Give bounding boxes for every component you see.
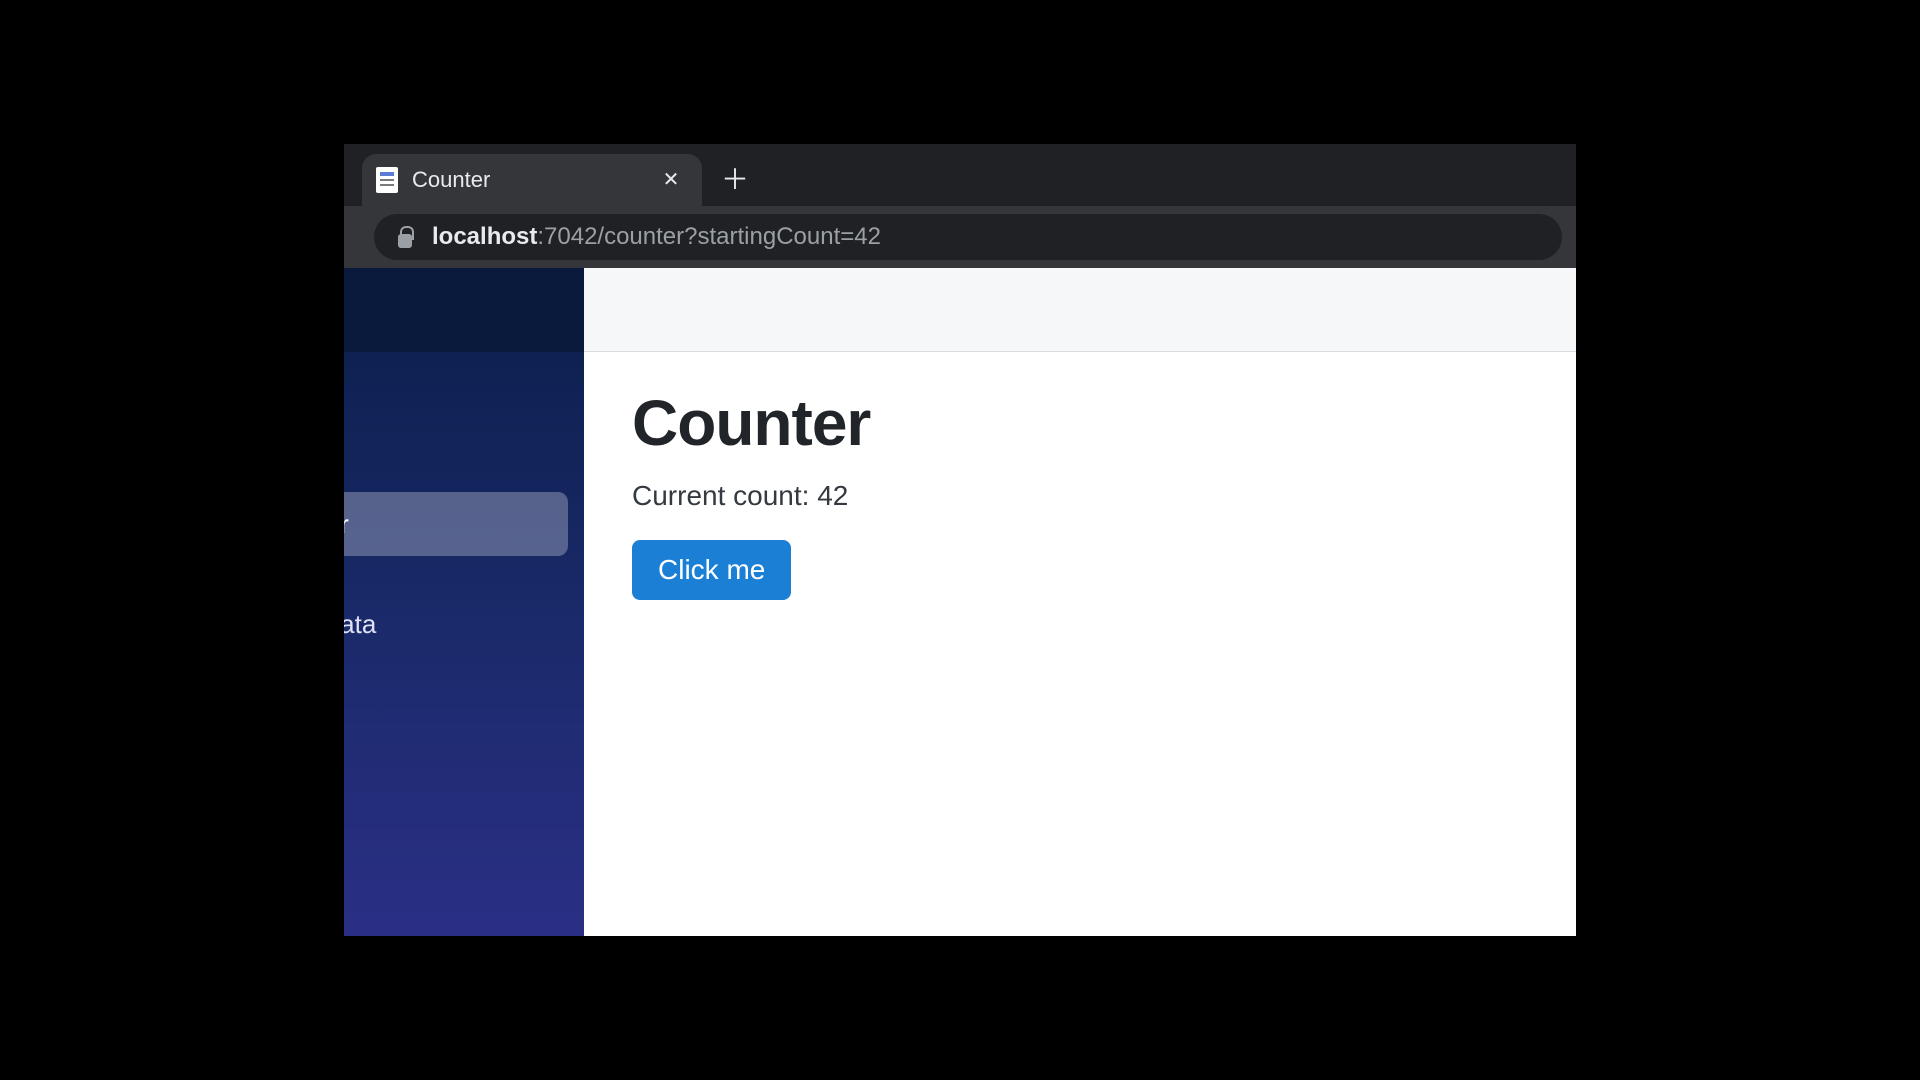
sidebar-item-label: nter — [344, 509, 548, 540]
page-title: Counter — [632, 386, 1528, 460]
count-value: 42 — [817, 480, 848, 511]
increment-button[interactable]: Click me — [632, 540, 791, 600]
browser-window: Counter ✕ ＋ localhost:7042/counter?start… — [344, 144, 1576, 936]
sidebar-item-fetch-data[interactable]: h data — [344, 592, 568, 656]
lock-icon — [396, 226, 414, 248]
browser-toolbar: localhost:7042/counter?startingCount=42 — [344, 206, 1576, 268]
url-text: localhost:7042/counter?startingCount=42 — [432, 223, 881, 251]
tab-strip: Counter ✕ ＋ — [344, 144, 1576, 206]
sidebar-item-home[interactable]: ne — [344, 392, 568, 456]
page-viewport: ne nter h data Counter Current count: 42… — [344, 268, 1576, 936]
page-content: Counter Current count: 42 Click me — [584, 352, 1576, 634]
page-topbar — [584, 268, 1576, 352]
close-tab-button[interactable]: ✕ — [658, 167, 684, 193]
url-host: localhost — [432, 223, 537, 250]
url-rest: :7042/counter?startingCount=42 — [537, 223, 881, 250]
sidebar-brand — [344, 268, 584, 352]
count-label: Current count: — [632, 480, 817, 511]
tab-counter[interactable]: Counter ✕ — [362, 154, 702, 206]
sidebar-item-label: ne — [344, 409, 548, 440]
sidebar-item-counter[interactable]: nter — [344, 492, 568, 556]
sidebar-item-label: h data — [344, 609, 548, 640]
main-area: Counter Current count: 42 Click me — [584, 268, 1576, 936]
sidebar: ne nter h data — [344, 268, 584, 936]
page-favicon — [376, 167, 398, 193]
address-bar[interactable]: localhost:7042/counter?startingCount=42 — [374, 214, 1562, 260]
count-display: Current count: 42 — [632, 480, 1528, 512]
sidebar-nav: ne nter h data — [344, 352, 584, 656]
tab-title: Counter — [412, 167, 644, 193]
new-tab-button[interactable]: ＋ — [716, 161, 754, 199]
